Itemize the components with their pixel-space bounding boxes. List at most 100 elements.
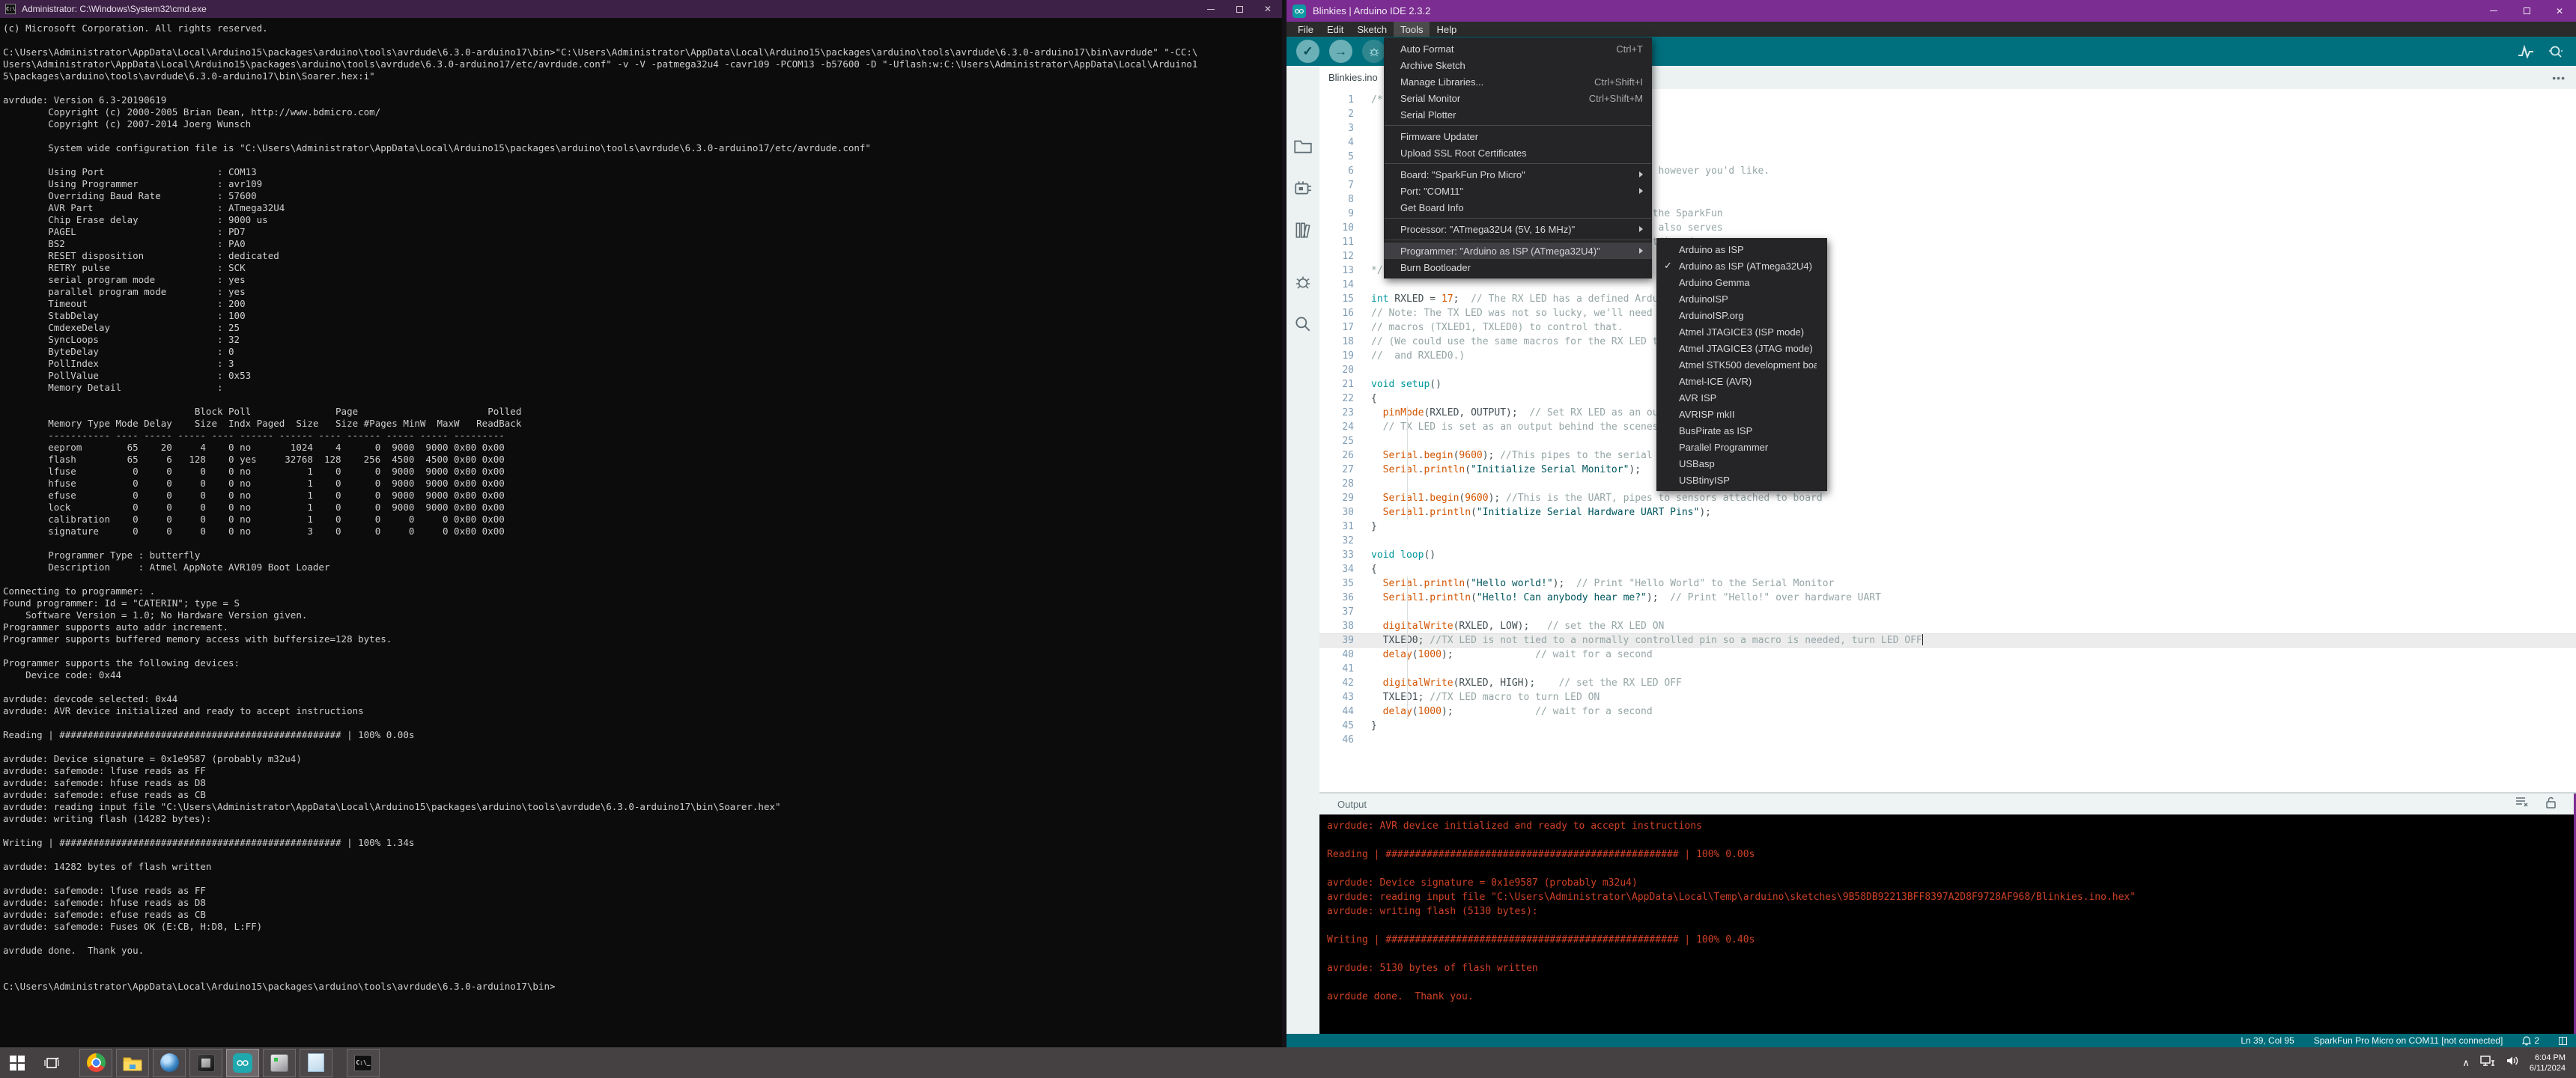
menubar-item-tools[interactable]: Tools <box>1394 22 1430 37</box>
editor-line[interactable]: 26 Serial.begin(9600); //This pipes to t… <box>1319 448 2576 463</box>
debug-button[interactable] <box>1362 40 1385 63</box>
programmer-option-item[interactable]: BusPirate as ISP <box>1656 422 1827 439</box>
editor-line[interactable]: 33void loop() <box>1319 548 2576 562</box>
programmer-option-item[interactable]: AVRISP mkII <box>1656 406 1827 422</box>
cursor-position[interactable]: Ln 39, Col 95 <box>2241 1035 2294 1046</box>
cmd-minimize-icon[interactable] <box>1197 0 1225 18</box>
programmer-option-item[interactable]: ArduinoISP.org <box>1656 307 1827 323</box>
taskbar-notepad[interactable] <box>300 1049 332 1077</box>
editor-line[interactable]: 34{ <box>1319 562 2576 576</box>
taskbar-command-prompt[interactable]: C:\_ <box>347 1049 380 1077</box>
tools-menu-item[interactable]: Archive Sketch <box>1384 57 1652 73</box>
ide-minimize-icon[interactable] <box>2477 0 2510 22</box>
editor-line[interactable]: 44 delay(1000); // wait for a second <box>1319 704 2576 719</box>
taskbar-chip-app[interactable] <box>189 1049 222 1077</box>
upload-button[interactable]: → <box>1329 40 1352 63</box>
programmer-option-item[interactable]: ArduinoISP <box>1656 290 1827 307</box>
editor-line[interactable]: 40 delay(1000); // wait for a second <box>1319 648 2576 662</box>
programmer-option-item[interactable]: USBtinyISP <box>1656 472 1827 488</box>
tools-menu-item[interactable]: Serial MonitorCtrl+Shift+M <box>1384 90 1652 106</box>
editor-line[interactable]: 20 <box>1319 363 2576 377</box>
taskbar-clock[interactable]: 6:04 PM 6/11/2024 <box>2530 1053 2566 1074</box>
task-view-button[interactable] <box>34 1047 69 1078</box>
programmer-option-item[interactable]: Atmel-ICE (AVR) <box>1656 373 1827 389</box>
serial-monitor-icon[interactable] <box>2548 44 2564 59</box>
sketchbook-folder-icon[interactable] <box>1293 136 1313 156</box>
tools-menu-item[interactable]: Port: "COM11" <box>1384 183 1652 199</box>
programmer-option-item[interactable]: USBasp <box>1656 455 1827 472</box>
tools-menu-item[interactable]: Upload SSL Root Certificates <box>1384 144 1652 161</box>
editor-line[interactable]: 14 <box>1319 278 2576 292</box>
menubar-item-edit[interactable]: Edit <box>1320 22 1350 37</box>
cmd-maximize-icon[interactable] <box>1225 0 1254 18</box>
menubar-item-file[interactable]: File <box>1291 22 1320 37</box>
editor-line[interactable]: 35 Serial.println("Hello world!"); // Pr… <box>1319 576 2576 591</box>
editor-line[interactable]: 31} <box>1319 520 2576 534</box>
ide-titlebar[interactable]: Blinkies | Arduino IDE 2.3.2 ✕ <box>1287 0 2576 22</box>
editor-line[interactable]: 27 Serial.println("Initialize Serial Mon… <box>1319 463 2576 477</box>
cmd-close-icon[interactable]: ✕ <box>1254 0 1282 18</box>
clear-output-icon[interactable] <box>2515 796 2529 812</box>
tools-menu-item[interactable]: Programmer: "Arduino as ISP (ATmega32U4)… <box>1384 243 1652 259</box>
tools-menu-item[interactable]: Auto FormatCtrl+T <box>1384 40 1652 57</box>
tools-menu-item[interactable]: Board: "SparkFun Pro Micro" <box>1384 166 1652 183</box>
taskbar-file-explorer[interactable] <box>116 1049 149 1077</box>
tray-expand-icon[interactable]: ∧ <box>2462 1057 2470 1069</box>
tools-menu-item[interactable]: Serial Plotter <box>1384 106 1652 123</box>
verify-button[interactable]: ✓ <box>1296 40 1319 63</box>
editor-line[interactable]: 15int RXLED = 17; // The RX LED has a de… <box>1319 292 2576 306</box>
editor-line[interactable]: 46 <box>1319 733 2576 747</box>
programmer-option-item[interactable]: AVR ISP <box>1656 389 1827 406</box>
editor-line[interactable]: 18// (We could use the same macros for t… <box>1319 335 2576 349</box>
cmd-titlebar[interactable]: C:\ Administrator: C:\Windows\System32\c… <box>0 0 1282 18</box>
editor-line[interactable]: 42 digitalWrite(RXLED, HIGH); // set the… <box>1319 676 2576 690</box>
editor-line[interactable]: 36 Serial1.println("Hello! Can anybody h… <box>1319 591 2576 605</box>
library-manager-icon[interactable] <box>1293 220 1313 240</box>
serial-plotter-icon[interactable] <box>2518 45 2534 58</box>
autoscroll-lock-icon[interactable] <box>2545 796 2557 812</box>
editor-line[interactable]: 30 Serial1.println("Initialize Serial Ha… <box>1319 505 2576 520</box>
start-button[interactable] <box>0 1047 34 1078</box>
programmer-option-item[interactable]: Atmel JTAGICE3 (JTAG mode) <box>1656 340 1827 356</box>
ide-maximize-icon[interactable] <box>2510 0 2543 22</box>
network-icon[interactable] <box>2480 1055 2495 1071</box>
menubar-item-help[interactable]: Help <box>1430 22 1463 37</box>
notifications-bell[interactable]: 2 <box>2522 1035 2539 1046</box>
editor-line[interactable]: 45} <box>1319 719 2576 733</box>
board-port-status[interactable]: SparkFun Pro Micro on COM11 [not connect… <box>2314 1035 2503 1046</box>
editor-line[interactable]: 25 <box>1319 434 2576 448</box>
editor-line[interactable]: 16// Note: The TX LED was not so lucky, … <box>1319 306 2576 320</box>
editor-line[interactable]: 38 digitalWrite(RXLED, LOW); // set the … <box>1319 619 2576 633</box>
tab-overflow-menu-icon[interactable]: ••• <box>2552 72 2566 84</box>
taskbar-device-app[interactable] <box>263 1049 296 1077</box>
editor-line[interactable]: 24 // TX LED is set as an output behind … <box>1319 420 2576 434</box>
taskbar-globe-app[interactable] <box>153 1049 186 1077</box>
editor-line[interactable]: 43 TXLED1; //TX LED macro to turn LED ON <box>1319 690 2576 704</box>
editor-line[interactable]: 29 Serial1.begin(9600); //This is the UA… <box>1319 491 2576 505</box>
editor-line[interactable]: 37 <box>1319 605 2576 619</box>
menubar-item-sketch[interactable]: Sketch <box>1350 22 1394 37</box>
debug-sidebar-icon[interactable] <box>1293 272 1313 292</box>
taskbar-arduino-ide[interactable] <box>226 1049 259 1077</box>
terminal-output[interactable]: (c) Microsoft Corporation. All rights re… <box>0 18 1282 1047</box>
editor-line[interactable]: 23 pinMode(RXLED, OUTPUT); // Set RX LED… <box>1319 406 2576 420</box>
tools-menu-item[interactable]: Processor: "ATmega32U4 (5V, 16 MHz)" <box>1384 221 1652 237</box>
volume-icon[interactable] <box>2506 1055 2519 1071</box>
boards-manager-icon[interactable] <box>1293 178 1313 198</box>
editor-line[interactable]: 39 TXLED0; //TX LED is not tied to a nor… <box>1319 633 2576 648</box>
output-panel[interactable]: avrdude: AVR device initialized and read… <box>1319 814 2576 1034</box>
programmer-option-item[interactable]: Atmel JTAGICE3 (ISP mode) <box>1656 323 1827 340</box>
editor-line[interactable]: 21void setup() <box>1319 377 2576 392</box>
programmer-option-item[interactable]: Arduino Gemma <box>1656 274 1827 290</box>
editor-line[interactable]: 41 <box>1319 662 2576 676</box>
search-icon[interactable] <box>1293 314 1313 334</box>
editor-line[interactable]: 22{ <box>1319 392 2576 406</box>
programmer-option-item[interactable]: ✓Arduino as ISP (ATmega32U4) <box>1656 258 1827 274</box>
programmer-option-item[interactable]: Atmel STK500 development board <box>1656 356 1827 373</box>
editor-line[interactable]: 19// and RXLED0.) <box>1319 349 2576 363</box>
tools-menu-item[interactable]: Burn Bootloader <box>1384 259 1652 275</box>
tools-menu-item[interactable]: Firmware Updater <box>1384 128 1652 144</box>
tools-menu-item[interactable]: Get Board Info <box>1384 199 1652 216</box>
editor-line[interactable]: 17// macros (TXLED1, TXLED0) to control … <box>1319 320 2576 335</box>
editor-line[interactable]: 32 <box>1319 534 2576 548</box>
